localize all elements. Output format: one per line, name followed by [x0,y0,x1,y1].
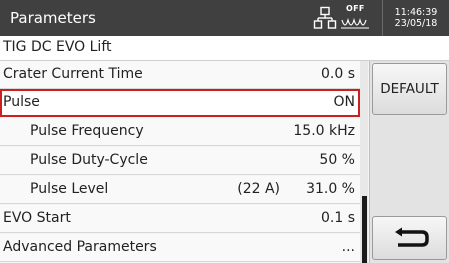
param-value: 0.1 s [320,210,355,226]
param-current-value: (22 A) [237,181,280,197]
scrollbar-thumb[interactable] [362,196,367,263]
param-label: Pulse Frequency [30,123,144,139]
param-label: Advanced Parameters [3,239,157,255]
param-label: Pulse Duty-Cycle [30,152,148,168]
clock-date: 23/05/18 [394,18,438,29]
param-value: 50 % [319,152,355,168]
param-row-pulse-frequency[interactable]: Pulse Frequency 15.0 kHz [0,118,360,146]
param-value: ... [341,239,355,255]
param-label: Pulse [3,94,40,110]
param-row-pulse-duty-cycle[interactable]: Pulse Duty-Cycle 50 % [0,147,360,175]
default-button-label: DEFAULT [380,81,439,97]
clock-time: 11:46:39 [394,7,438,18]
parameter-list: Crater Current Time 0.0 s Pulse ON Pulse… [0,61,360,263]
param-value: 31.0 % [306,181,355,197]
clock: 11:46:39 23/05/18 [382,0,449,36]
process-name: TIG DC EVO Lift [3,39,112,55]
header-bar: Parameters OFF 11:46:39 23/05/18 [0,0,449,36]
param-label: EVO Start [3,210,71,226]
param-row-advanced-parameters[interactable]: Advanced Parameters ... [0,234,360,262]
param-row-pulse-level[interactable]: Pulse Level (22 A) 31.0 % [0,176,360,204]
param-label: Pulse Level [30,181,109,197]
param-value: 15.0 kHz [293,123,355,139]
param-label: Crater Current Time [3,66,143,82]
arc-off-icon: OFF [340,3,370,33]
process-subtitle: TIG DC EVO Lift [0,36,449,61]
off-status-text: OFF [346,4,365,13]
parameters-screen: Parameters OFF 11:46:39 23/05/18 TIG DC … [0,0,449,263]
param-row-crater-current-time[interactable]: Crater Current Time 0.0 s [0,61,360,89]
param-value: 0.0 s [320,66,355,82]
param-row-evo-start[interactable]: EVO Start 0.1 s [0,205,360,233]
network-icon [313,6,337,29]
back-button[interactable] [372,216,447,260]
page-title: Parameters [10,9,96,27]
default-button[interactable]: DEFAULT [372,63,447,115]
param-value: ON [333,94,356,110]
param-row-pulse[interactable]: Pulse ON [0,89,360,117]
return-arrow-icon [395,227,429,247]
